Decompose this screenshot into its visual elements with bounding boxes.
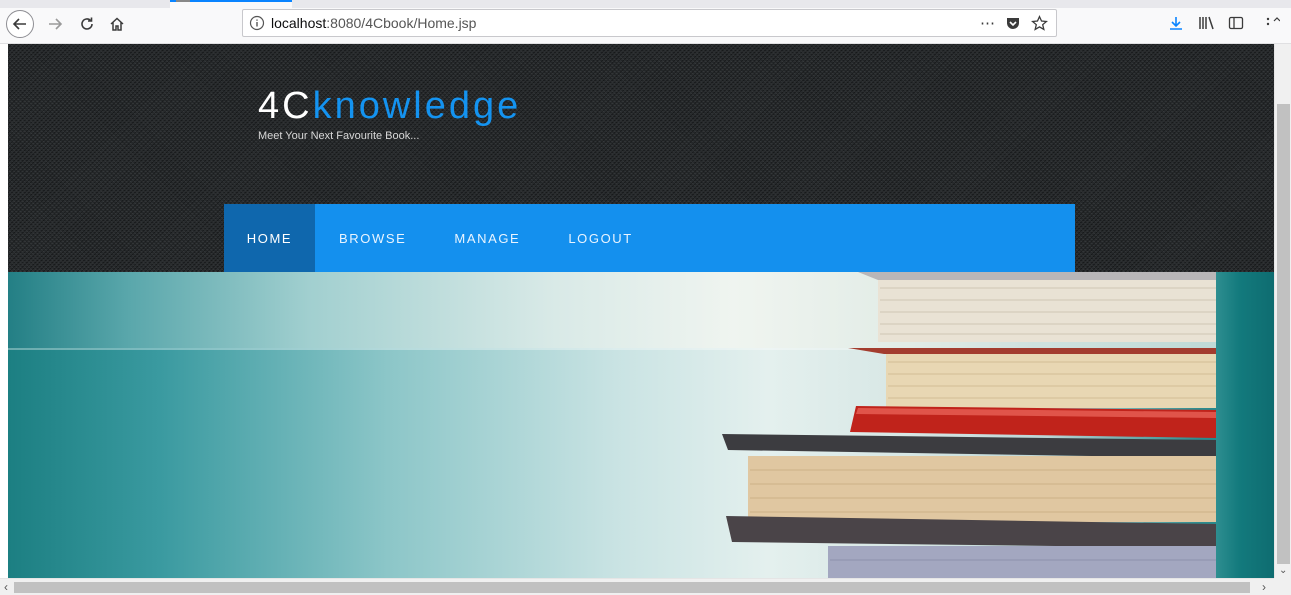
book-second [886, 350, 1216, 408]
nav-item-manage[interactable]: MANAGE [430, 204, 544, 272]
download-button[interactable] [1168, 12, 1184, 34]
overflow-menu-button[interactable] [1264, 12, 1280, 34]
library-icon [1199, 16, 1214, 30]
pocket-icon[interactable] [1005, 15, 1021, 31]
address-bar[interactable]: localhost:8080/4Cbook/Home.jsp ⋯ [242, 9, 1057, 37]
forward-button[interactable] [44, 12, 66, 36]
info-icon[interactable] [243, 9, 271, 37]
page-actions-button[interactable]: ⋯ [980, 14, 995, 32]
logo-accent: knowledge [312, 85, 522, 127]
home-button[interactable] [106, 12, 128, 36]
site-tagline: Meet Your Next Favourite Book... [258, 130, 420, 142]
browser-toolbar: localhost:8080/4Cbook/Home.jsp ⋯ [0, 0, 1291, 44]
library-button[interactable] [1198, 12, 1216, 34]
nav-item-browse[interactable]: BROWSE [315, 204, 430, 272]
tab-icon [176, 0, 190, 2]
bookmark-star-icon[interactable] [1031, 14, 1048, 32]
overflow-menu-icon [1266, 17, 1280, 26]
tab-strip [0, 0, 1291, 8]
url-text[interactable]: localhost:8080/4Cbook/Home.jsp [271, 15, 476, 31]
home-icon [110, 17, 124, 31]
scrollbar-corner [1274, 578, 1291, 595]
hero-banner [8, 272, 1274, 578]
back-icon [12, 18, 26, 30]
book-bottom [828, 546, 1216, 578]
book-dark-cover [722, 434, 1216, 458]
page-viewport: 4Cknowledge Meet Your Next Favourite Boo… [0, 44, 1274, 578]
horizontal-scroll-thumb[interactable] [14, 582, 1250, 593]
logo-prefix: 4C [258, 85, 313, 127]
scroll-down-icon[interactable]: ⌄ [1279, 565, 1287, 576]
url-path: :8080/4Cbook/Home.jsp [326, 15, 477, 31]
nav-item-logout[interactable]: LOGOUT [544, 204, 657, 272]
stack-of-books-image [722, 272, 1216, 578]
back-button[interactable] [6, 10, 34, 38]
scroll-right-icon[interactable]: › [1262, 580, 1266, 594]
site-logo[interactable]: 4Cknowledge [258, 84, 521, 128]
url-actions: ⋯ [980, 10, 1048, 36]
hero-right-edge [1216, 272, 1274, 578]
site-header: 4Cknowledge Meet Your Next Favourite Boo… [8, 44, 1274, 272]
reload-button[interactable] [76, 12, 98, 36]
reload-icon [81, 17, 93, 30]
sidebar-button[interactable] [1228, 12, 1244, 34]
download-icon [1170, 17, 1182, 30]
book-top-cover [858, 272, 1216, 280]
vertical-scrollbar[interactable]: ⌄ [1274, 44, 1291, 578]
vertical-scroll-thumb[interactable] [1277, 104, 1290, 564]
url-host: localhost [271, 15, 327, 31]
nav-item-home[interactable]: HOME [224, 204, 315, 272]
sidebar-icon [1228, 16, 1244, 30]
left-gutter [0, 44, 8, 578]
book-second-cover [848, 348, 1216, 354]
main-nav: HOME BROWSE MANAGE LOGOUT [224, 204, 1075, 272]
book-top [878, 276, 1216, 342]
scroll-left-icon[interactable]: ‹ [4, 580, 8, 594]
horizontal-scrollbar[interactable]: ‹ › [0, 578, 1274, 595]
brand[interactable]: 4Cknowledge Meet Your Next Favourite Boo… [258, 84, 521, 142]
forward-icon [49, 18, 63, 30]
